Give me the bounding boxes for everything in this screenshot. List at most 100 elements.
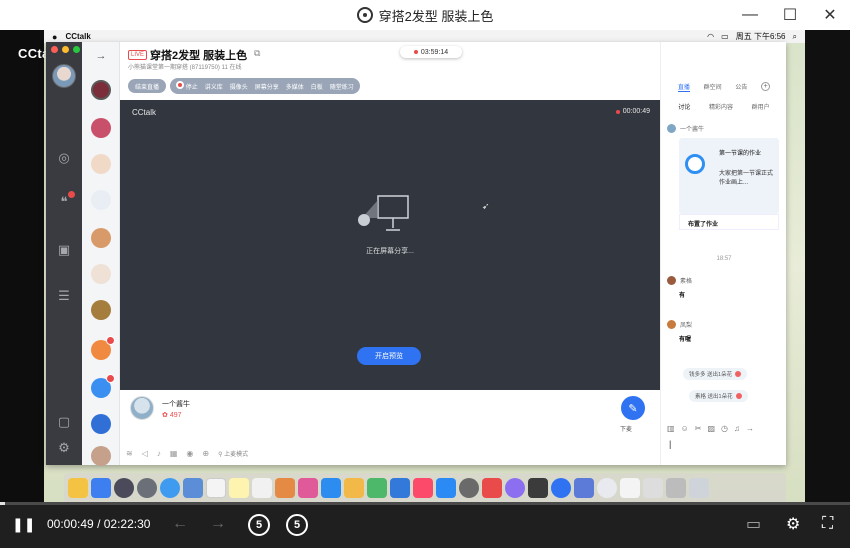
camera-button[interactable]: 摄像头 <box>230 82 248 91</box>
list-item[interactable] <box>91 336 115 360</box>
list-item[interactable] <box>91 118 111 138</box>
chat-icon[interactable]: ❝ <box>56 191 75 210</box>
screen-share-button[interactable]: 屏幕分享 <box>255 82 279 91</box>
list-item[interactable] <box>91 414 111 434</box>
list-item[interactable] <box>91 300 111 320</box>
list-item[interactable] <box>91 190 111 210</box>
bell-icon[interactable]: ♫ <box>734 424 740 433</box>
stop-button[interactable]: 停止 <box>176 81 198 91</box>
close-dot-icon[interactable] <box>51 46 58 53</box>
end-live-button[interactable]: 结束直播 <box>128 79 167 93</box>
dock-safari-icon[interactable] <box>160 477 180 498</box>
chat-input[interactable]: | <box>669 439 671 449</box>
emoji-icon[interactable]: ☺ <box>681 424 689 433</box>
settings-icon[interactable]: ⚙ <box>56 440 72 456</box>
dock-siri-icon[interactable] <box>114 477 134 498</box>
list-item[interactable] <box>91 80 111 100</box>
homework-card[interactable]: 第一节课的作业 大家把第一节课正式作业画上... <box>679 138 779 214</box>
dock-quicktime-icon[interactable] <box>574 477 594 498</box>
pause-button[interactable]: ❚❚ <box>12 512 35 536</box>
wifi-icon[interactable]: ≋ <box>126 449 133 458</box>
mic-off-button[interactable]: ✎ <box>621 396 645 420</box>
zoom-dot-icon[interactable] <box>73 46 80 53</box>
planet-icon[interactable]: ◎ <box>56 150 72 166</box>
dock-tv-icon[interactable] <box>528 477 548 498</box>
dock-w-icon[interactable] <box>505 477 525 498</box>
minimize-dot-icon[interactable] <box>62 46 69 53</box>
next-button[interactable]: → <box>210 512 226 536</box>
calendar-icon[interactable]: ▣ <box>56 242 72 258</box>
dock-trash-icon[interactable] <box>689 477 709 498</box>
list-item[interactable] <box>91 374 115 398</box>
list-item[interactable] <box>91 264 111 284</box>
tab-notice[interactable]: 公告 <box>735 82 747 92</box>
avatar[interactable] <box>52 64 76 88</box>
arrow-right-icon[interactable]: → <box>82 50 120 62</box>
grid-icon[interactable]: ▦ <box>170 449 178 458</box>
dock-pencil-icon[interactable] <box>344 477 364 498</box>
message-icon[interactable]: ▢ <box>56 414 72 430</box>
dock-folder-icon[interactable] <box>643 477 663 498</box>
avatar[interactable] <box>667 124 676 133</box>
dock-reminders-icon[interactable] <box>252 477 272 498</box>
record-icon[interactable]: ◉ <box>186 449 193 458</box>
send-icon[interactable]: → <box>746 424 754 433</box>
dock-preview-icon[interactable] <box>183 477 203 498</box>
list-item[interactable] <box>91 228 111 248</box>
add-icon[interactable]: + <box>761 82 771 91</box>
materials-button[interactable]: 讲义库 <box>205 82 223 91</box>
skip-back-button[interactable]: 5 <box>248 514 270 536</box>
dock-notes-icon[interactable] <box>68 477 88 498</box>
external-link-icon[interactable]: ⧉ <box>254 48 260 59</box>
tab-group-space[interactable]: 群空间 <box>704 82 722 92</box>
tab-live[interactable]: 直播 <box>677 82 690 92</box>
fullscreen-icon[interactable]: ⛶ <box>822 512 833 536</box>
avatar[interactable] <box>667 320 676 329</box>
minimize-button[interactable]: — <box>730 0 770 30</box>
video-area[interactable]: CCtalk ● CCtalk ◠ ▭ 周五 下午6:56 ⌕ ◎ ❝ ▣ ☰ … <box>0 30 850 502</box>
speaker-icon[interactable]: ◁ <box>142 449 148 458</box>
dock-cctalk-icon[interactable] <box>551 477 571 498</box>
scissors-icon[interactable]: ✂ <box>695 424 702 433</box>
contacts-icon[interactable]: ☰ <box>56 288 72 304</box>
tab-group-users[interactable]: 群用户 <box>752 102 770 111</box>
whiteboard-button[interactable]: 白板 <box>311 82 323 91</box>
skip-forward-button[interactable]: 5 <box>286 514 308 536</box>
dock-music-icon[interactable] <box>413 477 433 498</box>
dock-calendar-icon[interactable] <box>206 477 226 498</box>
mic-icon[interactable]: ♪ <box>157 449 161 458</box>
dock-document-icon[interactable] <box>620 477 640 498</box>
dock-numbers-icon[interactable] <box>367 477 387 498</box>
image-icon[interactable]: ▨ <box>707 424 715 433</box>
theater-mode-icon[interactable]: ▭ <box>746 512 761 536</box>
gift-icon[interactable]: ▥ <box>667 424 675 433</box>
dock-keynote-icon[interactable] <box>390 477 410 498</box>
teacher-avatar[interactable] <box>130 396 154 420</box>
progress-bar[interactable] <box>0 502 850 505</box>
dock-messages-icon[interactable] <box>321 477 341 498</box>
maximize-button[interactable]: ☐ <box>770 0 810 30</box>
multimedia-button[interactable]: 多媒体 <box>286 82 304 91</box>
dock-appstore-icon[interactable] <box>436 477 456 498</box>
avatar[interactable] <box>667 276 676 285</box>
dock-finder-icon[interactable] <box>91 477 111 498</box>
dock-downloads-icon[interactable] <box>666 477 686 498</box>
close-button[interactable]: ✕ <box>810 0 850 30</box>
dock-photos-icon[interactable] <box>275 477 295 498</box>
dock-stickies-icon[interactable] <box>229 477 249 498</box>
dock-settings-icon[interactable] <box>459 477 479 498</box>
dock-flower-icon[interactable] <box>298 477 318 498</box>
practice-button[interactable]: 随堂练习 <box>330 82 354 91</box>
clock-icon[interactable]: ◷ <box>721 424 728 433</box>
stage-mode-toggle[interactable]: ⚲ 上麦模式 <box>218 449 248 458</box>
previous-button[interactable]: ← <box>172 512 188 536</box>
settings-icon[interactable]: ⚙ <box>786 512 800 536</box>
list-item[interactable] <box>91 446 111 466</box>
tab-highlights[interactable]: 精彩内容 <box>709 102 733 111</box>
tab-discussion[interactable]: 讨论 <box>678 102 690 111</box>
dock-launchpad-icon[interactable] <box>137 477 157 498</box>
dock-chrome-icon[interactable] <box>597 477 617 498</box>
list-item[interactable] <box>91 154 111 174</box>
preview-button[interactable]: 开启预览 <box>357 347 421 365</box>
plus-icon[interactable]: ⊕ <box>202 449 209 458</box>
